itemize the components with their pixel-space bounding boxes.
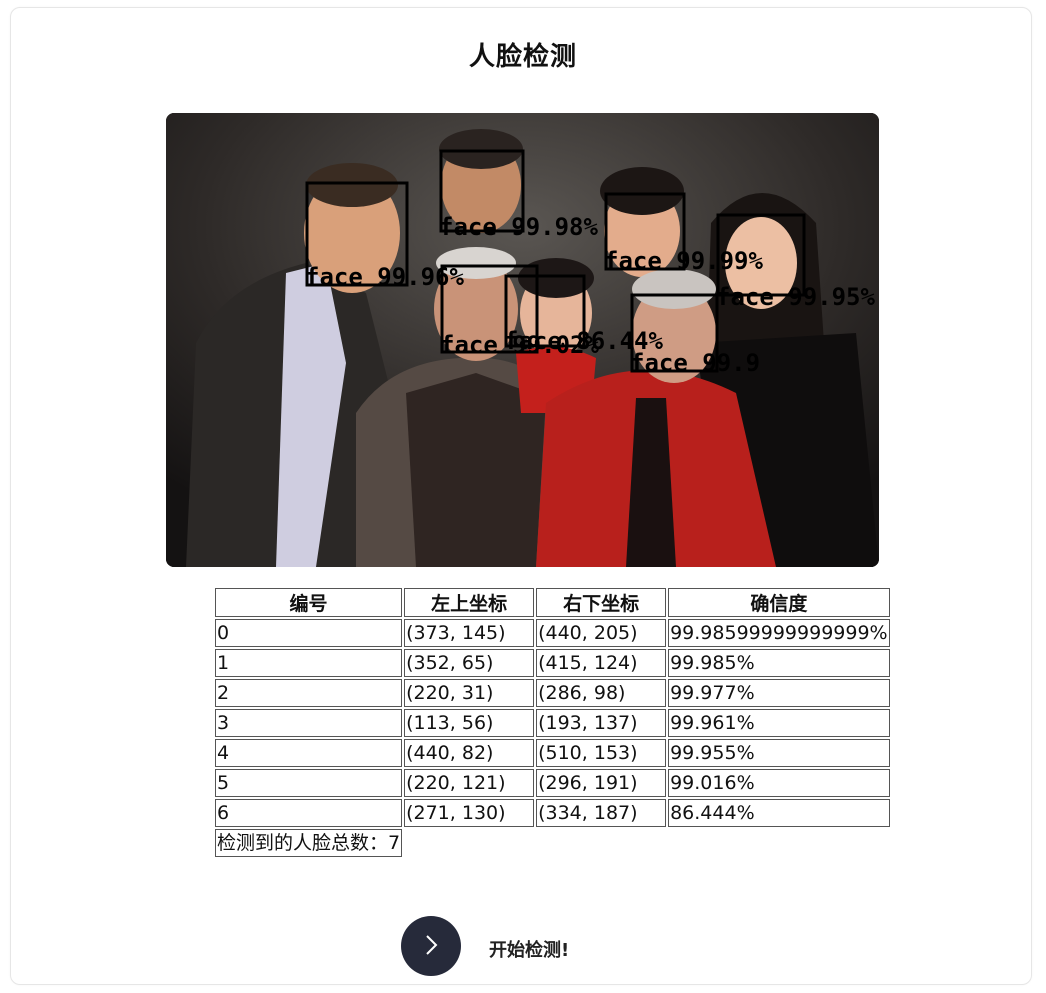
cell-confidence: 99.985% — [668, 649, 890, 677]
table-row: 4 (440, 82) (510, 153) 99.955% — [215, 739, 890, 767]
cell-top-left: (220, 31) — [404, 679, 535, 707]
cell-id: 3 — [215, 709, 403, 737]
cell-confidence: 99.977% — [668, 679, 890, 707]
cell-id: 5 — [215, 769, 403, 797]
cell-top-left: (113, 56) — [404, 709, 535, 737]
cell-id: 6 — [215, 799, 403, 827]
cell-top-left: (352, 65) — [404, 649, 535, 677]
total-row: 检测到的人脸总数：7 — [215, 829, 890, 857]
cell-top-left: (220, 121) — [404, 769, 535, 797]
table-row: 3 (113, 56) (193, 137) 99.961% — [215, 709, 890, 737]
cell-id: 2 — [215, 679, 403, 707]
cell-confidence: 99.961% — [668, 709, 890, 737]
header-bottom-right: 右下坐标 — [536, 588, 667, 617]
cell-confidence: 99.955% — [668, 739, 890, 767]
detection-label-2: face 99.99% — [604, 247, 763, 275]
detection-label-3: face 99.95% — [716, 283, 875, 311]
table-header-row: 编号 左上坐标 右下坐标 确信度 — [215, 588, 890, 617]
chevron-right-icon — [421, 933, 441, 960]
cell-confidence: 99.016% — [668, 769, 890, 797]
table-row: 1 (352, 65) (415, 124) 99.985% — [215, 649, 890, 677]
start-detection-label[interactable]: 开始检测! — [489, 936, 569, 962]
cell-bottom-right: (334, 187) — [536, 799, 667, 827]
cell-top-left: (440, 82) — [404, 739, 535, 767]
table-row: 6 (271, 130) (334, 187) 86.444% — [215, 799, 890, 827]
cell-id: 1 — [215, 649, 403, 677]
cell-top-left: (271, 130) — [404, 799, 535, 827]
detection-result-image: face 99.98% face 99.99% face 99.95% face… — [166, 113, 879, 567]
table-row: 5 (220, 121) (296, 191) 99.016% — [215, 769, 890, 797]
cell-bottom-right: (286, 98) — [536, 679, 667, 707]
cell-confidence: 99.98599999999999% — [668, 619, 890, 647]
cell-bottom-right: (296, 191) — [536, 769, 667, 797]
cell-top-left: (373, 145) — [404, 619, 535, 647]
cell-id: 0 — [215, 619, 403, 647]
cell-id: 4 — [215, 739, 403, 767]
table-row: 0 (373, 145) (440, 205) 99.9859999999999… — [215, 619, 890, 647]
total-faces-count: 检测到的人脸总数：7 — [215, 829, 403, 857]
detection-results-table: 编号 左上坐标 右下坐标 确信度 0 (373, 145) (440, 205)… — [213, 586, 892, 859]
cell-bottom-right: (510, 153) — [536, 739, 667, 767]
detection-label-1: face 99.98% — [439, 213, 598, 241]
start-detection-button[interactable] — [401, 916, 461, 976]
header-id: 编号 — [215, 588, 403, 617]
detection-label-4: face 99.96% — [305, 263, 464, 291]
header-top-left: 左上坐标 — [404, 588, 535, 617]
detection-label-7: face 99.9 — [630, 349, 760, 377]
header-confidence: 确信度 — [668, 588, 890, 617]
table-row: 2 (220, 31) (286, 98) 99.977% — [215, 679, 890, 707]
cell-confidence: 86.444% — [668, 799, 890, 827]
page-title: 人脸检测 — [468, 42, 577, 72]
cell-bottom-right: (415, 124) — [536, 649, 667, 677]
cell-bottom-right: (440, 205) — [536, 619, 667, 647]
cell-bottom-right: (193, 137) — [536, 709, 667, 737]
